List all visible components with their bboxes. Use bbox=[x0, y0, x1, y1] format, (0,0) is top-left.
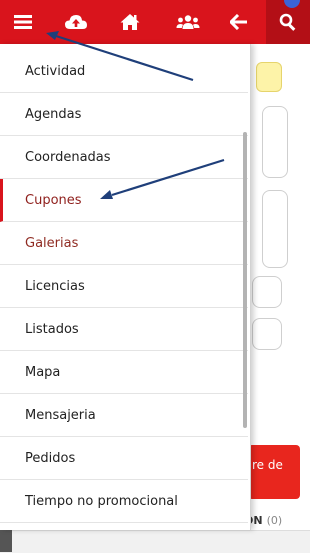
list-row-count: (0) bbox=[266, 514, 283, 527]
arrow-left-icon bbox=[230, 14, 247, 30]
content-card bbox=[262, 190, 288, 268]
menu-item-agendas[interactable]: Agendas bbox=[0, 93, 248, 136]
menu-item-licencias[interactable]: Licencias bbox=[0, 265, 248, 308]
action-button[interactable]: re de bbox=[248, 445, 300, 499]
notice-box bbox=[256, 62, 282, 92]
menu-item-tiempo-no-promocional[interactable]: Tiempo no promocional bbox=[0, 480, 248, 523]
menu-item-mapa[interactable]: Mapa bbox=[0, 351, 248, 394]
menu-item-galerias[interactable]: Galerias bbox=[0, 222, 248, 265]
menu-item-label: Listados bbox=[25, 321, 79, 337]
upload-button[interactable] bbox=[58, 0, 94, 44]
home-icon bbox=[120, 14, 140, 30]
menu-item-label: Licencias bbox=[25, 278, 85, 294]
menu-button[interactable] bbox=[0, 0, 46, 44]
drawer-scrollbar[interactable] bbox=[243, 132, 247, 428]
navigation-drawer: Actividad Agendas Coordenadas Cupones Ga… bbox=[0, 44, 251, 530]
menu-item-mensajeria[interactable]: Mensajeria bbox=[0, 394, 248, 437]
users-button[interactable] bbox=[170, 0, 206, 44]
form-field[interactable] bbox=[252, 318, 282, 350]
menu-item-label: Agendas bbox=[25, 106, 82, 122]
menu-item-cupones[interactable]: Cupones bbox=[0, 179, 248, 222]
form-field[interactable] bbox=[252, 276, 282, 308]
action-button-label: re de bbox=[252, 458, 283, 472]
menu-item-listados[interactable]: Listados bbox=[0, 308, 248, 351]
home-button[interactable] bbox=[112, 0, 148, 44]
menu-item-label: Actividad bbox=[25, 63, 86, 79]
bottom-bar bbox=[0, 530, 310, 553]
menu-item-label: Cupones bbox=[25, 192, 82, 208]
menu-item-label: Galerias bbox=[25, 235, 79, 251]
bottom-bar-edge bbox=[0, 530, 12, 552]
menu-item-label: Mensajeria bbox=[25, 407, 96, 423]
search-icon bbox=[279, 13, 296, 31]
menu-item-label: Tiempo no promocional bbox=[25, 493, 178, 509]
menu-item-label: Mapa bbox=[25, 364, 61, 380]
menu-item-label: Coordenadas bbox=[25, 149, 111, 165]
cloud-upload-icon bbox=[65, 15, 87, 29]
menu-item-actividad[interactable]: Actividad bbox=[0, 50, 248, 93]
back-button[interactable] bbox=[222, 0, 256, 44]
menu-item-coordenadas[interactable]: Coordenadas bbox=[0, 136, 248, 179]
content-card bbox=[262, 106, 288, 178]
menu-item-pedidos[interactable]: Pedidos bbox=[0, 437, 248, 480]
menu-item-label: Pedidos bbox=[25, 450, 76, 466]
group-users-icon bbox=[176, 15, 200, 29]
top-app-bar bbox=[0, 0, 310, 44]
hamburger-menu-icon bbox=[14, 15, 32, 29]
